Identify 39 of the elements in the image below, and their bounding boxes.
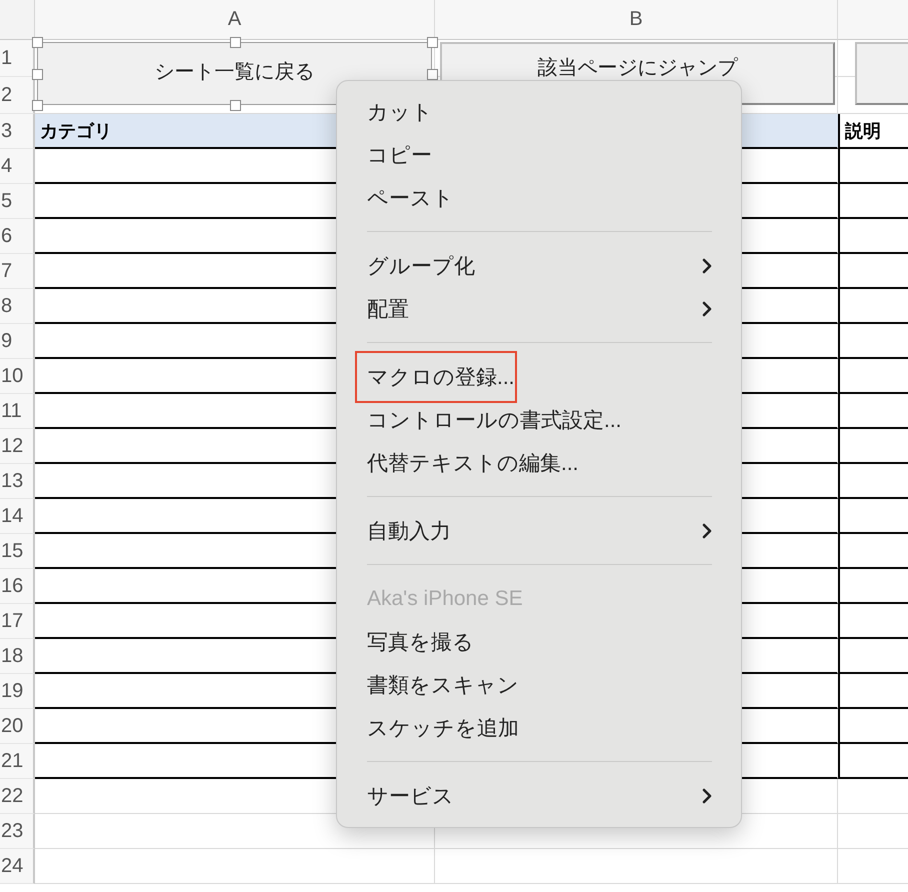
menu-item[interactable]: ペースト bbox=[367, 184, 454, 212]
row-header[interactable]: 16 bbox=[0, 569, 35, 604]
row-header[interactable]: 4 bbox=[0, 149, 35, 184]
menu-item[interactable]: 写真を撮る bbox=[367, 628, 474, 656]
row-header[interactable]: 5 bbox=[0, 184, 35, 219]
menu-item[interactable]: 配置 bbox=[367, 294, 409, 322]
table-cell: 説明 bbox=[838, 114, 908, 149]
menu-item[interactable]: 自動入力 bbox=[367, 516, 451, 544]
menu-item[interactable]: 書類をスキャン bbox=[367, 670, 519, 698]
row-header[interactable]: 15 bbox=[0, 534, 35, 569]
row-header[interactable]: 2 bbox=[0, 77, 35, 114]
row-header[interactable]: 20 bbox=[0, 709, 35, 744]
row-header[interactable]: 13 bbox=[0, 464, 35, 499]
row-header[interactable]: 11 bbox=[0, 394, 35, 429]
row-header[interactable]: 3 bbox=[0, 114, 35, 149]
row-header[interactable]: 14 bbox=[0, 499, 35, 534]
column-header[interactable]: A bbox=[35, 0, 435, 40]
row-header[interactable]: 22 bbox=[0, 779, 35, 814]
row-header[interactable]: 24 bbox=[0, 849, 35, 884]
menu-item[interactable]: グループ化 bbox=[367, 252, 475, 280]
row-header[interactable]: 23 bbox=[0, 814, 35, 849]
menu-item[interactable]: サービス bbox=[367, 782, 454, 810]
row-header[interactable]: 6 bbox=[0, 219, 35, 254]
row-header[interactable]: 12 bbox=[0, 429, 35, 464]
column-header[interactable]: B bbox=[435, 0, 838, 40]
menu-item[interactable]: スケッチを追加 bbox=[367, 714, 519, 742]
row-header[interactable]: 21 bbox=[0, 744, 35, 779]
row-header[interactable]: 7 bbox=[0, 254, 35, 289]
menu-item[interactable]: コントロールの書式設定... bbox=[367, 406, 622, 434]
row-header[interactable]: 10 bbox=[0, 359, 35, 394]
row-header[interactable]: 1 bbox=[0, 40, 35, 77]
row-header[interactable]: 18 bbox=[0, 639, 35, 674]
menu-item[interactable]: 代替テキストの編集... bbox=[367, 448, 579, 476]
row-header[interactable]: 9 bbox=[0, 324, 35, 359]
menu-section-header: Aka's iPhone SE bbox=[367, 586, 524, 612]
menu-item[interactable]: マクロの登録... bbox=[355, 350, 517, 402]
row-header[interactable]: 17 bbox=[0, 604, 35, 639]
row-header[interactable]: 8 bbox=[0, 289, 35, 324]
row-header[interactable]: 19 bbox=[0, 674, 35, 709]
